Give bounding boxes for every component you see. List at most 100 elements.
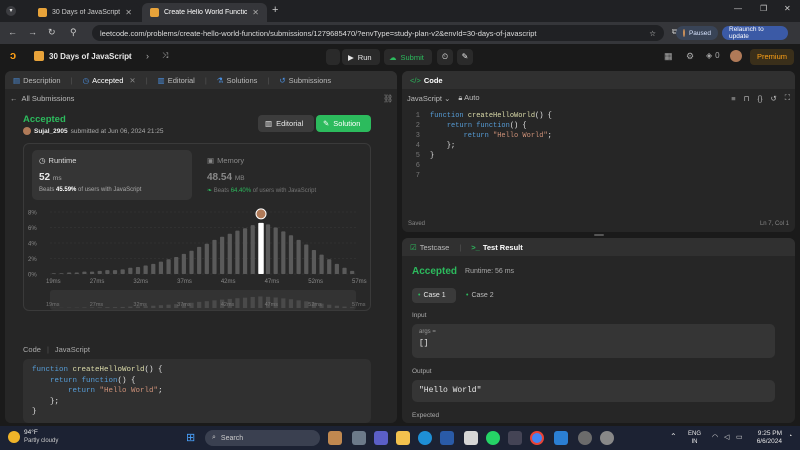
profile-paused-button[interactable]: Paused — [676, 26, 718, 40]
bookmark-icon[interactable]: ⊓ — [744, 94, 750, 103]
auto-mode[interactable]: 🔒︎ Auto — [458, 93, 479, 103]
case-2-tab[interactable]: • Case 2 — [462, 288, 502, 303]
x-tick-label: 47ms — [265, 279, 280, 285]
volume-icon[interactable]: ◁ — [724, 433, 729, 441]
notes-icon[interactable]: ✎ — [457, 49, 473, 65]
memory-box[interactable]: ▣ Memory 48.54 MB ❧ Beats 64.40% of users… — [204, 150, 364, 200]
code-line: return "Hello World"; — [68, 387, 163, 395]
timer-icon[interactable]: ⏲ — [437, 49, 453, 65]
edge-icon[interactable] — [418, 431, 432, 445]
code-editor[interactable]: 1 function createHelloWorld() { 2 return … — [406, 111, 552, 181]
tab-submissions[interactable]: ↺ Submissions — [279, 76, 331, 85]
chart-bar — [342, 267, 347, 274]
settings-app-icon[interactable] — [600, 431, 614, 445]
relaunch-button[interactable]: Relaunch to update — [722, 26, 788, 40]
tab-test-result[interactable]: >_ Test Result — [471, 243, 522, 252]
weather-widget[interactable]: 94°F Partly cloudy — [8, 429, 58, 445]
tab-accepted[interactable]: ◷ Accepted ✕ — [83, 76, 136, 85]
layout-icon[interactable]: ▦ — [664, 51, 673, 62]
tab-hello-world[interactable]: Create Hello World Function - L ✕ — [142, 3, 267, 22]
overview-tick-label: 32ms — [133, 302, 147, 308]
teams-icon[interactable] — [374, 431, 388, 445]
case-1-tab[interactable]: • Case 1 — [412, 288, 456, 303]
share-link-icon[interactable]: ⛓ — [383, 94, 393, 103]
whatsapp-icon[interactable] — [486, 431, 500, 445]
vscode-icon[interactable] — [554, 431, 568, 445]
language-indicator[interactable]: ENG IN — [688, 430, 701, 446]
user-avatar-marker — [255, 208, 267, 220]
forward-icon[interactable]: → — [28, 27, 37, 37]
settings-gear-icon[interactable]: ⚙ — [686, 51, 694, 62]
back-icon[interactable]: ← — [8, 27, 17, 37]
overview-bar — [258, 296, 263, 308]
tab-description[interactable]: ▤ Description — [13, 76, 61, 85]
braces-icon[interactable]: {} — [757, 94, 762, 103]
file-explorer-icon[interactable] — [396, 431, 410, 445]
chart-bar — [265, 224, 271, 274]
task-view-icon[interactable] — [352, 431, 366, 445]
next-question-icon[interactable]: › — [146, 51, 149, 61]
prev-question-icon[interactable]: ‹ — [128, 51, 131, 61]
close-icon[interactable]: ✕ — [252, 8, 259, 17]
close-window-button[interactable]: ✕ — [784, 4, 791, 13]
run-button[interactable]: ▶ Run — [342, 49, 380, 65]
shuffle-icon[interactable]: ⤨ — [162, 51, 168, 61]
chrome-icon[interactable] — [530, 431, 544, 445]
chevron-up-icon[interactable]: ⌃ — [670, 432, 677, 441]
avatar[interactable] — [730, 50, 742, 62]
cube-app-icon[interactable] — [508, 431, 522, 445]
tab-search-icon[interactable]: ▾ — [6, 6, 16, 16]
tab-study-plan[interactable]: 30 Days of JavaScript - Study P ✕ — [30, 3, 140, 22]
submit-button[interactable]: ☁ Submit — [384, 49, 432, 65]
taskbar-search[interactable]: ⌕ Search — [205, 430, 320, 446]
test-result-panel: ☑ Testcase | >_ Test Result Accepted Runti… — [402, 238, 795, 423]
leetcode-logo-icon[interactable]: ↄ — [10, 50, 23, 64]
chart-bar — [74, 272, 79, 274]
leaf-icon: ❧ — [207, 188, 213, 194]
notification-bell-icon[interactable]: ◔ — [788, 433, 792, 440]
chart-bar — [334, 263, 339, 274]
premium-button[interactable]: Premium — [750, 49, 794, 65]
language-select[interactable]: JavaScript ⌄ — [407, 94, 450, 103]
chart-bar — [135, 267, 141, 274]
tab-testcase[interactable]: ☑ Testcase — [410, 243, 449, 252]
lock-icon: 🔒︎ — [458, 93, 463, 102]
tab-editorial[interactable]: ▥ Editorial — [158, 76, 195, 85]
reset-icon[interactable]: ↺ — [770, 94, 776, 103]
windows-start-icon[interactable]: ⊞ — [186, 431, 195, 444]
store-icon[interactable] — [440, 431, 454, 445]
debug-button[interactable] — [326, 49, 340, 65]
tab-solutions[interactable]: ⚗ Solutions — [217, 76, 258, 85]
study-plan-title[interactable]: 30 Days of JavaScript — [34, 51, 132, 61]
clock[interactable]: 9:25 PM 6/6/2024 — [752, 430, 782, 446]
maximize-button[interactable]: ❐ — [760, 4, 767, 13]
solution-button[interactable]: ✎ Solution — [316, 115, 371, 132]
close-icon[interactable]: ✕ — [125, 8, 132, 17]
format-icon[interactable]: ≡ — [731, 94, 735, 103]
all-submissions-link[interactable]: ← All Submissions — [10, 94, 74, 103]
runtime-box[interactable]: ◷ Runtime 52 ms Beats 45.59% of users wit… — [32, 150, 192, 200]
chart-bar — [235, 230, 240, 274]
streak-counter[interactable]: ◈ 0 — [706, 51, 720, 60]
editorial-button[interactable]: ▥ Editorial — [258, 115, 314, 132]
minimize-button[interactable]: — — [734, 4, 742, 13]
battery-icon[interactable]: ▭ — [736, 433, 743, 441]
url-field[interactable]: leetcode.com/problems/create-hello-world… — [92, 25, 664, 41]
widgets-icon[interactable] — [328, 431, 342, 445]
pen-app-icon[interactable] — [464, 431, 478, 445]
x-tick-label: 42ms — [221, 279, 236, 285]
tune-icon[interactable]: ⚲ — [70, 27, 77, 38]
new-tab-button[interactable]: + — [272, 4, 278, 16]
runtime-distribution-chart[interactable]: 8% 6% 4% 2% 0% 19ms 27ms 32ms 37ms 42ms 47ms 52ms 57… — [24, 204, 370, 310]
cursor-position: Ln 7, Col 1 — [759, 221, 789, 227]
resize-handle[interactable] — [594, 234, 604, 236]
chart-bar — [350, 270, 355, 274]
reload-icon[interactable]: ↻ — [48, 27, 56, 38]
chart-bar — [250, 225, 255, 274]
username[interactable]: Sujal_2905 — [34, 128, 68, 135]
chrome-profile-icon[interactable] — [578, 431, 592, 445]
star-icon[interactable]: ☆ — [649, 29, 656, 38]
fullscreen-icon[interactable]: ⛶ — [785, 93, 790, 103]
avatar — [683, 29, 685, 37]
wifi-icon[interactable]: ◠ — [712, 433, 718, 441]
